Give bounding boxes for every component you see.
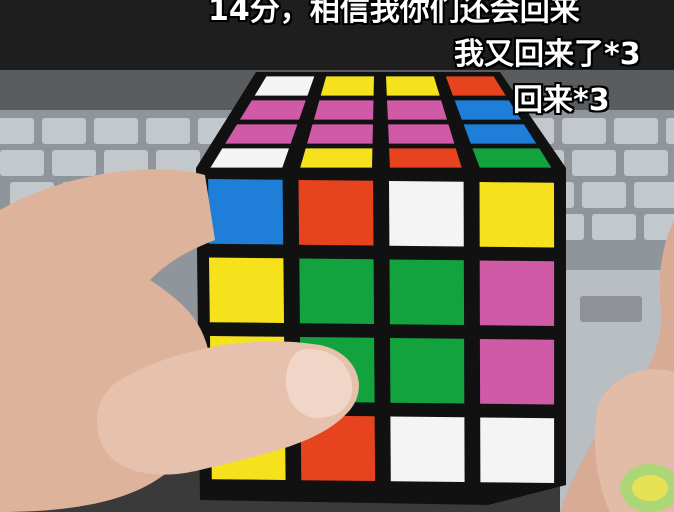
top-face-sticker xyxy=(313,100,374,120)
top-face-sticker xyxy=(463,124,537,144)
keyboard-key xyxy=(572,150,616,176)
danmaku-comment-2: 我又回来了*3 xyxy=(454,37,641,72)
top-face-sticker xyxy=(472,148,552,168)
top-face-sticker xyxy=(225,124,298,144)
top-face-sticker xyxy=(388,124,455,144)
keyboard-key xyxy=(582,182,626,208)
front-face-sticker xyxy=(389,181,464,247)
watermark-logo-inner xyxy=(632,475,668,501)
front-face-sticker xyxy=(209,257,284,323)
danmaku-comment-1: 14分，相信我你们还会回来 xyxy=(208,0,580,28)
fingerprint-sensor xyxy=(580,296,642,322)
keyboard-key xyxy=(666,118,674,144)
cube-photo xyxy=(0,0,674,512)
front-face-sticker xyxy=(298,180,374,246)
front-face-sticker xyxy=(299,258,374,324)
keyboard-key xyxy=(0,118,34,144)
keyboard-key xyxy=(634,182,674,208)
front-face-sticker xyxy=(390,416,465,482)
keyboard-key xyxy=(94,118,138,144)
top-face-sticker xyxy=(386,76,440,96)
keyboard-key xyxy=(624,150,668,176)
keyboard-key xyxy=(562,118,606,144)
top-face-sticker xyxy=(387,100,447,120)
keyboard-key xyxy=(146,118,190,144)
front-face-sticker xyxy=(479,260,555,326)
top-face-sticker xyxy=(210,148,289,168)
front-face-sticker xyxy=(208,179,284,245)
top-face-sticker xyxy=(307,124,373,144)
keyboard-key xyxy=(52,150,96,176)
danmaku-comment-3: 回来*3 xyxy=(513,83,610,118)
top-face-sticker xyxy=(389,148,462,168)
keyboard-key xyxy=(592,214,636,240)
front-face-sticker xyxy=(479,182,555,248)
video-frame: 14分，相信我你们还会回来 我又回来了*3 回来*3 xyxy=(0,0,674,512)
front-face-sticker xyxy=(479,339,555,405)
keyboard-key xyxy=(614,118,658,144)
front-face-sticker xyxy=(480,417,555,483)
top-face-sticker xyxy=(320,76,374,96)
front-face-sticker xyxy=(390,338,465,404)
keyboard-key xyxy=(42,118,86,144)
keyboard-key xyxy=(0,150,44,176)
front-face-sticker xyxy=(389,259,465,325)
top-face-sticker xyxy=(300,148,373,168)
